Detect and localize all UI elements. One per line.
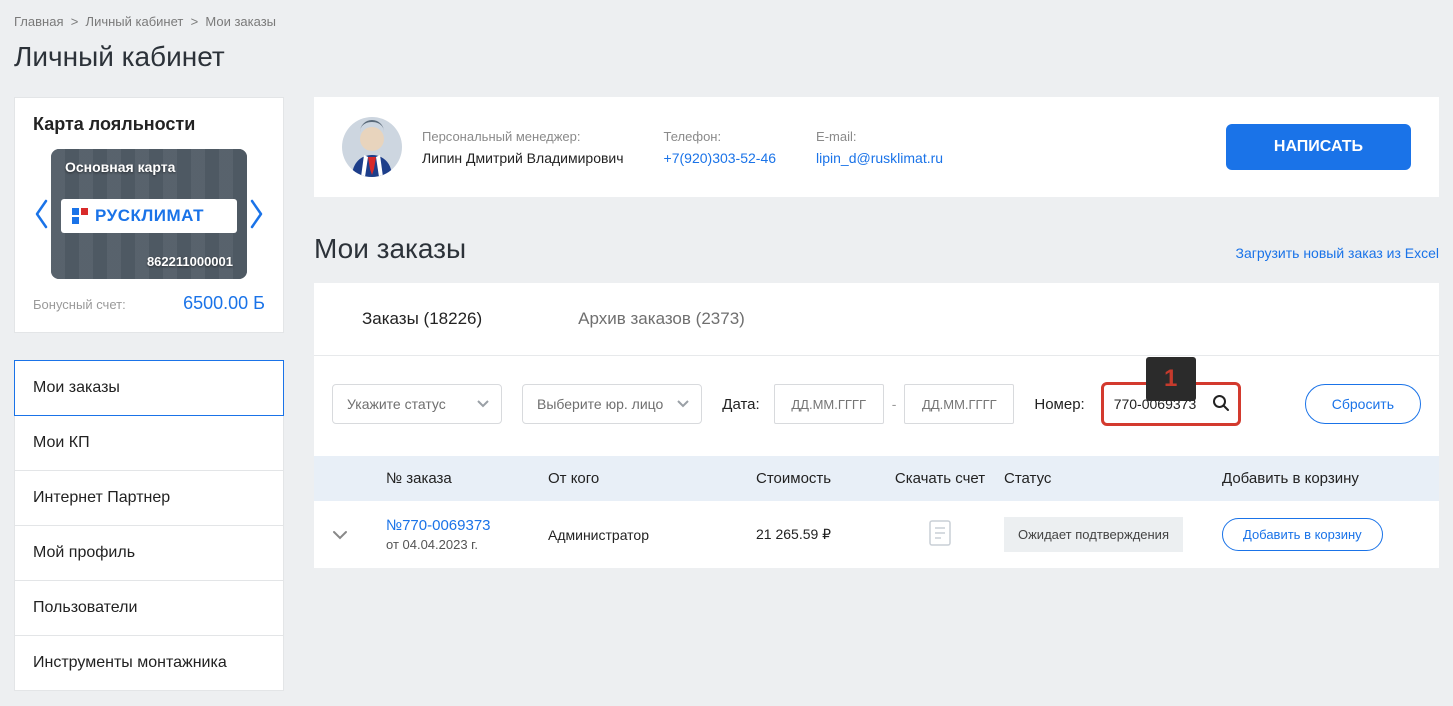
tab-archive[interactable]: Архив заказов (2373) (530, 283, 793, 355)
status-select[interactable]: Укажите статус (332, 384, 502, 424)
sidebar-item-my-kp[interactable]: Мои КП (15, 415, 283, 470)
date-to-input[interactable] (904, 384, 1014, 424)
order-cost: 21 265.59 ₽ (756, 526, 876, 543)
brand-text: РУСКЛИМАТ (95, 206, 204, 226)
th-number: № заказа (386, 470, 548, 487)
date-divider: - (892, 396, 897, 412)
orders-title: Мои заказы (314, 233, 466, 265)
manager-panel: Персональный менеджер: Липин Дмитрий Вла… (314, 97, 1439, 197)
page-title: Личный кабинет (14, 41, 1439, 73)
search-icon[interactable] (1212, 394, 1230, 415)
card-number: 862211000001 (51, 246, 247, 279)
brand-logo-icon (71, 207, 89, 225)
table-header: № заказа От кого Стоимость Скачать счет … (314, 456, 1439, 501)
tab-archive-label: Архив заказов (578, 309, 691, 328)
tabs: Заказы (18226) Архив заказов (2373) (314, 283, 1439, 356)
order-number-link[interactable]: №770-0069373 (386, 517, 491, 534)
breadcrumb: Главная > Личный кабинет > Мои заказы (14, 14, 1439, 29)
loyalty-card[interactable]: Основная карта РУСКЛИМАТ 862211000001 (51, 149, 247, 279)
th-cart: Добавить в корзину (1222, 470, 1421, 487)
expand-icon[interactable] (332, 527, 348, 543)
sidebar-item-profile[interactable]: Мой профиль (15, 525, 283, 580)
manager-phone[interactable]: +7(920)303-52-46 (664, 150, 776, 166)
status-select-value: Укажите статус (347, 396, 446, 412)
th-from: От кого (548, 470, 756, 487)
table-row: №770-0069373 от 04.04.2023 г. Администра… (314, 501, 1439, 568)
manager-label: Персональный менеджер: (422, 129, 624, 144)
order-date: от 04.04.2023 г. (386, 537, 548, 552)
invoice-icon[interactable] (929, 533, 951, 549)
sidebar-item-users[interactable]: Пользователи (15, 580, 283, 635)
number-label: Номер: (1034, 396, 1084, 413)
chevron-down-icon (477, 400, 489, 408)
annotation-badge: 1 (1146, 357, 1196, 401)
th-cost: Стоимость (756, 470, 876, 487)
th-status: Статус (1004, 470, 1222, 487)
chevron-left-icon[interactable] (33, 198, 51, 230)
card-name: Основная карта (51, 149, 247, 185)
write-button[interactable]: НАПИСАТЬ (1226, 124, 1411, 170)
tab-archive-count: (2373) (696, 309, 745, 328)
legal-select-value: Выберите юр. лицо (537, 396, 663, 412)
tab-orders-label: Заказы (362, 309, 419, 328)
sidebar-item-tools[interactable]: Инструменты монтажника (15, 635, 283, 690)
chevron-right-icon[interactable] (247, 198, 265, 230)
reset-button[interactable]: Сбросить (1305, 384, 1421, 424)
loyalty-card-widget: Карта лояльности Основная карта РУСКЛИМА… (14, 97, 284, 333)
email-label: E-mail: (816, 129, 943, 144)
upload-excel-link[interactable]: Загрузить новый заказ из Excel (1236, 245, 1439, 261)
bonus-label: Бонусный счет: (33, 297, 126, 312)
breadcrumb-current: Мои заказы (205, 14, 276, 29)
loyalty-title: Карта лояльности (33, 114, 265, 135)
avatar (342, 117, 402, 177)
sidebar-nav: Мои заказы Мои КП Интернет Партнер Мой п… (14, 360, 284, 691)
sidebar-item-partner[interactable]: Интернет Партнер (15, 470, 283, 525)
legal-entity-select[interactable]: Выберите юр. лицо (522, 384, 702, 424)
order-from: Администратор (548, 527, 756, 543)
sidebar-item-my-orders[interactable]: Мои заказы (14, 360, 284, 416)
manager-name: Липин Дмитрий Владимирович (422, 150, 624, 166)
date-label: Дата: (722, 396, 759, 413)
breadcrumb-account[interactable]: Личный кабинет (86, 14, 184, 29)
date-from-input[interactable] (774, 384, 884, 424)
chevron-down-icon (677, 400, 689, 408)
tab-orders[interactable]: Заказы (18226) (314, 283, 530, 355)
manager-email[interactable]: lipin_d@rusklimat.ru (816, 150, 943, 166)
th-download: Скачать счет (876, 470, 1004, 487)
phone-label: Телефон: (664, 129, 776, 144)
add-to-cart-button[interactable]: Добавить в корзину (1222, 518, 1383, 551)
tab-orders-count: (18226) (424, 309, 483, 328)
bonus-value: 6500.00 Б (183, 293, 265, 314)
breadcrumb-home[interactable]: Главная (14, 14, 63, 29)
status-badge: Ожидает подтверждения (1004, 517, 1183, 552)
